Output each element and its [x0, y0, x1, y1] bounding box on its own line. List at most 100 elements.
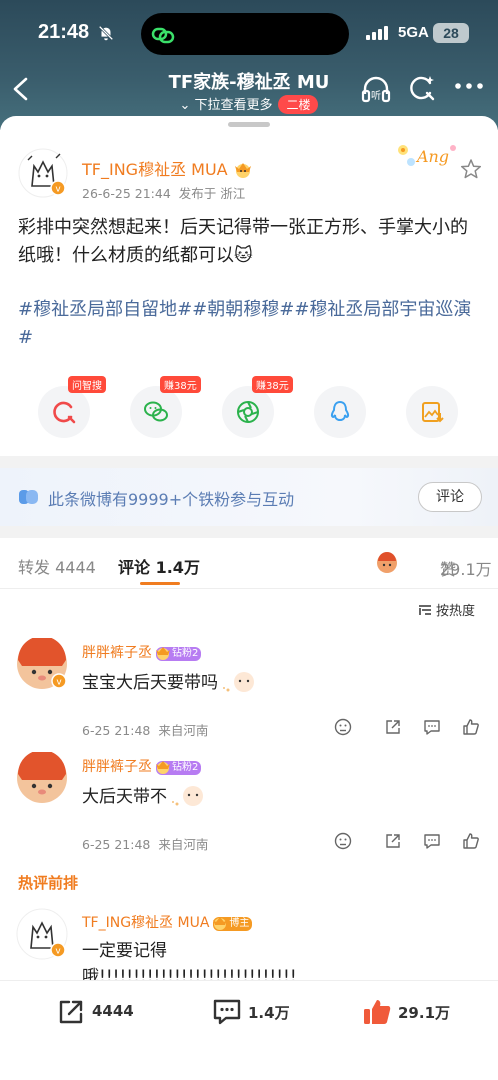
post-location: 发布于 浙江 [178, 186, 246, 201]
fan-interaction-text: 此条微博有9999+个铁粉参与互动 [48, 490, 295, 509]
reply-icon[interactable] [423, 832, 441, 850]
ai-search-icon [53, 401, 76, 424]
nav-bar: TF家族-穆祉丞 MU ⌄ 下拉查看更多 二楼 听 [0, 62, 498, 116]
floor-badge[interactable]: 二楼 [278, 95, 319, 114]
share-moments-button[interactable]: 赚38元 [222, 376, 293, 438]
tab-repost[interactable]: 转发 4444 [18, 554, 96, 578]
reply-icon[interactable] [423, 718, 441, 736]
active-tab-indicator [140, 582, 180, 585]
post-author-name[interactable]: TF_ING穆祉丞 MUA [82, 156, 254, 180]
post-body: 彩排中突然想起来！后天记得带一张正方形、手掌大小的纸哦！什么材质的纸都可以🐱 [18, 217, 468, 266]
signal-icon [366, 26, 388, 40]
comment-meta: 6-25 21:48 来自河南 [82, 720, 208, 739]
repost-icon [59, 1000, 83, 1024]
like-thumb-icon[interactable] [462, 832, 480, 850]
fans-icon [19, 490, 38, 504]
commenter-name-text: 胖胖裤子丞 [82, 645, 152, 661]
sort-button[interactable]: 按热度 [418, 600, 475, 619]
listen-headphones-icon[interactable]: 听 [360, 74, 392, 104]
favorite-star-icon[interactable] [460, 158, 482, 180]
wechat-icon [144, 401, 168, 422]
commenter-name-text: 胖胖裤子丞 [82, 759, 152, 775]
sticker-text: Ang [415, 147, 449, 166]
more-options-icon[interactable] [454, 80, 484, 92]
status-time: 21:48 [38, 21, 90, 43]
comment-text-body: 宝宝大后天要带吗 [82, 673, 218, 693]
share-tag-label: 赚38元 [160, 376, 201, 393]
comment-icon [213, 999, 241, 1025]
crown-badge-icon [156, 761, 170, 774]
like-thumb-filled-icon [364, 1000, 391, 1024]
qq-icon [330, 400, 350, 422]
fan-level-text: 钻粉2 [172, 648, 199, 659]
comment-count: 1.4万 [248, 1004, 290, 1022]
hot-comments-label: 热评前排 [18, 874, 79, 892]
share-row: 问智搜 赚38元 赚38元 [0, 376, 498, 446]
commenter-avatar[interactable] [16, 752, 68, 804]
save-image-icon [422, 402, 444, 423]
flower-sticker-icon: Ang [398, 145, 456, 166]
comment-location: 来自河南 [158, 837, 209, 852]
fan-comment-button[interactable]: 评论 [418, 482, 482, 512]
pull-down-text: 下拉查看更多 [194, 98, 273, 113]
like-thumb-icon[interactable] [462, 718, 480, 736]
crown-badge-icon [234, 163, 251, 178]
ai-spark-icon[interactable] [408, 74, 436, 102]
post-detail-sheet: v TF_ING穆祉丞 MUA 26-6-25 21:44 发布于 浙江 Ang … [0, 116, 498, 1080]
fan-interaction-bar: 此条微博有9999+个铁粉参与互动 评论 [0, 468, 498, 526]
moments-icon [237, 401, 259, 423]
comment-text: 宝宝大后天要带吗 [82, 668, 258, 696]
tab-comments[interactable]: 评论 1.4万 [118, 554, 200, 578]
comment-time: 6-25 21:48 [82, 723, 151, 738]
tabs-divider [0, 588, 498, 589]
commenter-name[interactable]: TF_ING穆祉丞 MUA 博主 [82, 912, 253, 932]
bottom-action-bar: 4444 1.4万 29.1万 [0, 980, 498, 1080]
like-avatar-icon [377, 552, 397, 573]
mute-bell-icon [98, 25, 114, 41]
tab-comments-label: 评论 [118, 558, 151, 577]
comment-actions [334, 832, 484, 852]
like-count: 29.1万 [398, 1004, 451, 1022]
section-divider [0, 456, 498, 468]
post-author-text: TF_ING穆祉丞 MUA [82, 160, 228, 179]
tab-repost-label: 转发 [18, 558, 51, 577]
commenter-avatar[interactable]: v [16, 638, 68, 690]
chevron-down-icon: ⌄ [179, 98, 191, 113]
comment-location: 来自河南 [158, 723, 209, 738]
drag-handle[interactable] [228, 122, 270, 127]
post-author-avatar[interactable]: v [18, 148, 68, 198]
listen-label: 听 [371, 90, 381, 102]
post-time: 26-6-25 21:44 [82, 186, 171, 201]
share-tag-label: 赚38元 [252, 376, 293, 393]
repost-count: 4444 [92, 1002, 134, 1020]
save-image-button[interactable] [406, 386, 458, 438]
dislike-face-icon[interactable] [334, 718, 352, 736]
crown-badge-icon [213, 917, 228, 930]
commenter-name[interactable]: 胖胖裤子丞 钻粉2 [82, 642, 202, 662]
status-bar: 21:48 5GA 28 [0, 0, 498, 62]
share-wechat-button[interactable]: 赚38元 [130, 376, 201, 438]
comment-actions [334, 718, 484, 738]
crown-badge-icon [156, 647, 170, 660]
share-icon[interactable] [384, 718, 402, 736]
commenter-name[interactable]: 胖胖裤子丞 钻粉2 [82, 756, 202, 776]
tab-comments-count: 1.4万 [155, 558, 200, 577]
share-wenzhisou-button[interactable]: 问智搜 [38, 376, 106, 438]
battery-level: 28 [433, 23, 469, 43]
cute-sticker-icon [172, 786, 203, 806]
commenter-avatar[interactable]: v [16, 908, 68, 960]
fan-level-badge: 钻粉2 [156, 761, 202, 775]
dislike-face-icon[interactable] [334, 832, 352, 850]
share-qq-button[interactable] [314, 386, 366, 438]
share-icon[interactable] [384, 832, 402, 850]
host-badge: 博主 [213, 917, 253, 931]
tab-repost-count: 4444 [55, 558, 96, 577]
comment-text-body: 大后天带不 [82, 787, 167, 807]
commenter-name-text: TF_ING穆祉丞 MUA [82, 915, 210, 931]
post-hashtags[interactable]: #穆祉丞局部自留地##朝朝穆穆##穆祉丞局部宇宙巡演# [18, 296, 484, 352]
comment-meta: 6-25 21:48 来自河南 [82, 834, 208, 853]
cute-sticker-icon [223, 672, 254, 692]
post-meta: 26-6-25 21:44 发布于 浙江 [82, 183, 245, 202]
tab-likes-count: 29.1万 [440, 560, 492, 579]
svg-text:v: v [56, 678, 62, 688]
